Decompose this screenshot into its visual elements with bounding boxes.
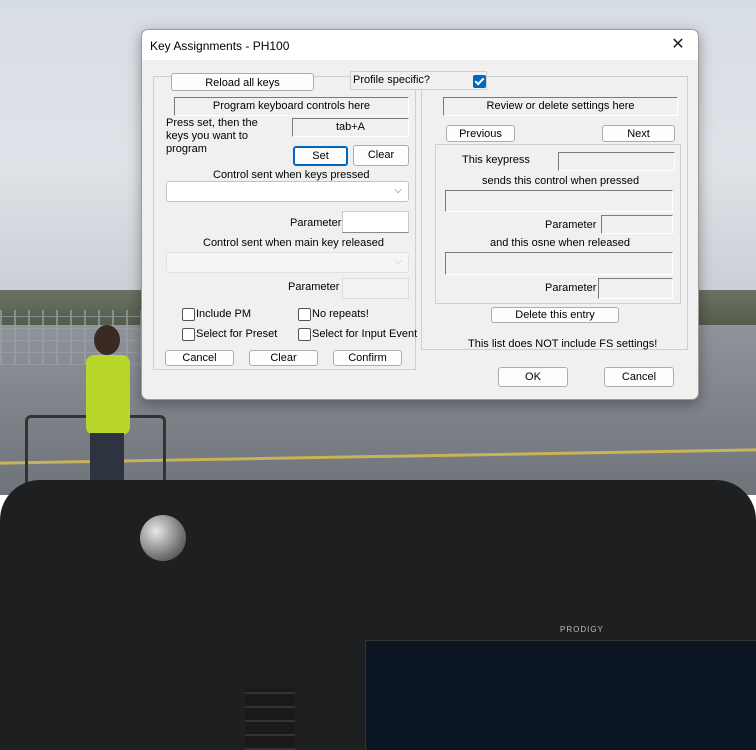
profile-specific-checkbox[interactable] bbox=[473, 75, 486, 88]
select-preset-label: Select for Preset bbox=[196, 328, 278, 340]
no-repeats-label: No repeats! bbox=[312, 308, 369, 320]
crew-head bbox=[94, 325, 120, 355]
this-keypress-display bbox=[558, 152, 675, 171]
reload-all-keys-button[interactable]: Reload all keys bbox=[171, 73, 314, 91]
key-assignments-dialog: Key Assignments - PH100 ✕ Reload all key… bbox=[141, 29, 699, 400]
program-header: Program keyboard controls here bbox=[174, 97, 409, 116]
profile-specific-label: Profile specific? bbox=[353, 74, 431, 86]
confirm-button[interactable]: Confirm bbox=[333, 350, 402, 366]
clear-keys-button[interactable]: Clear bbox=[353, 145, 409, 166]
ground-crew-figure bbox=[80, 325, 135, 490]
review-parameter2-display bbox=[598, 278, 673, 299]
crew-vest bbox=[86, 355, 130, 435]
avionics-display bbox=[365, 640, 756, 750]
select-input-event-checkbox[interactable] bbox=[298, 328, 311, 341]
cancel-entry-button[interactable]: Cancel bbox=[165, 350, 234, 366]
cancel-button[interactable]: Cancel bbox=[604, 367, 674, 387]
close-icon[interactable]: ✕ bbox=[666, 34, 690, 56]
parameter2-input[interactable] bbox=[342, 278, 409, 299]
review-parameter-label: Parameter bbox=[545, 219, 597, 231]
dialog-title: Key Assignments - PH100 bbox=[150, 39, 290, 53]
fs-settings-note: This list does NOT include FS settings! bbox=[468, 338, 658, 350]
control-pressed-label: Control sent when keys pressed bbox=[213, 169, 370, 181]
sends-control-display bbox=[445, 190, 673, 212]
next-button[interactable]: Next bbox=[602, 125, 675, 142]
sends-label: sends this control when pressed bbox=[482, 175, 640, 187]
cockpit-knob bbox=[140, 515, 186, 561]
captured-keys-display: tab+A bbox=[292, 118, 409, 137]
parameter-input[interactable] bbox=[342, 211, 409, 233]
control-pressed-select[interactable]: ⌵ bbox=[166, 181, 409, 202]
previous-button[interactable]: Previous bbox=[446, 125, 515, 142]
avionics-buttons bbox=[245, 688, 295, 750]
select-preset-checkbox[interactable] bbox=[182, 328, 195, 341]
ok-button[interactable]: OK bbox=[498, 367, 568, 387]
set-button[interactable]: Set bbox=[293, 146, 348, 166]
select-input-event-label: Select for Input Event bbox=[312, 328, 418, 340]
avionics-brand: PRODIGY bbox=[560, 625, 604, 634]
delete-entry-button[interactable]: Delete this entry bbox=[491, 307, 619, 323]
title-bar: Key Assignments - PH100 ✕ bbox=[142, 30, 698, 60]
chevron-down-icon: ⌵ bbox=[394, 256, 402, 267]
include-pm-label: Include PM bbox=[196, 308, 252, 320]
review-header: Review or delete settings here bbox=[443, 97, 678, 116]
control-released-label: Control sent when main key released bbox=[203, 237, 384, 249]
program-instructions: Press set, then the keys you want to pro… bbox=[166, 117, 258, 155]
chevron-down-icon: ⌵ bbox=[394, 185, 402, 196]
review-parameter2-label: Parameter bbox=[545, 282, 597, 294]
parameter-label: Parameter bbox=[290, 217, 342, 229]
control-released-select[interactable]: ⌵ bbox=[166, 252, 409, 273]
clear-entry-button[interactable]: Clear bbox=[249, 350, 318, 366]
this-keypress-label: This keypress bbox=[462, 154, 530, 166]
include-pm-checkbox[interactable] bbox=[182, 308, 195, 321]
parameter2-label: Parameter bbox=[288, 281, 340, 293]
released-label: and this osne when released bbox=[490, 237, 631, 249]
released-control-display bbox=[445, 252, 673, 275]
review-parameter-display bbox=[601, 215, 673, 234]
no-repeats-checkbox[interactable] bbox=[298, 308, 311, 321]
profile-specific-box: Profile specific? bbox=[350, 71, 487, 90]
